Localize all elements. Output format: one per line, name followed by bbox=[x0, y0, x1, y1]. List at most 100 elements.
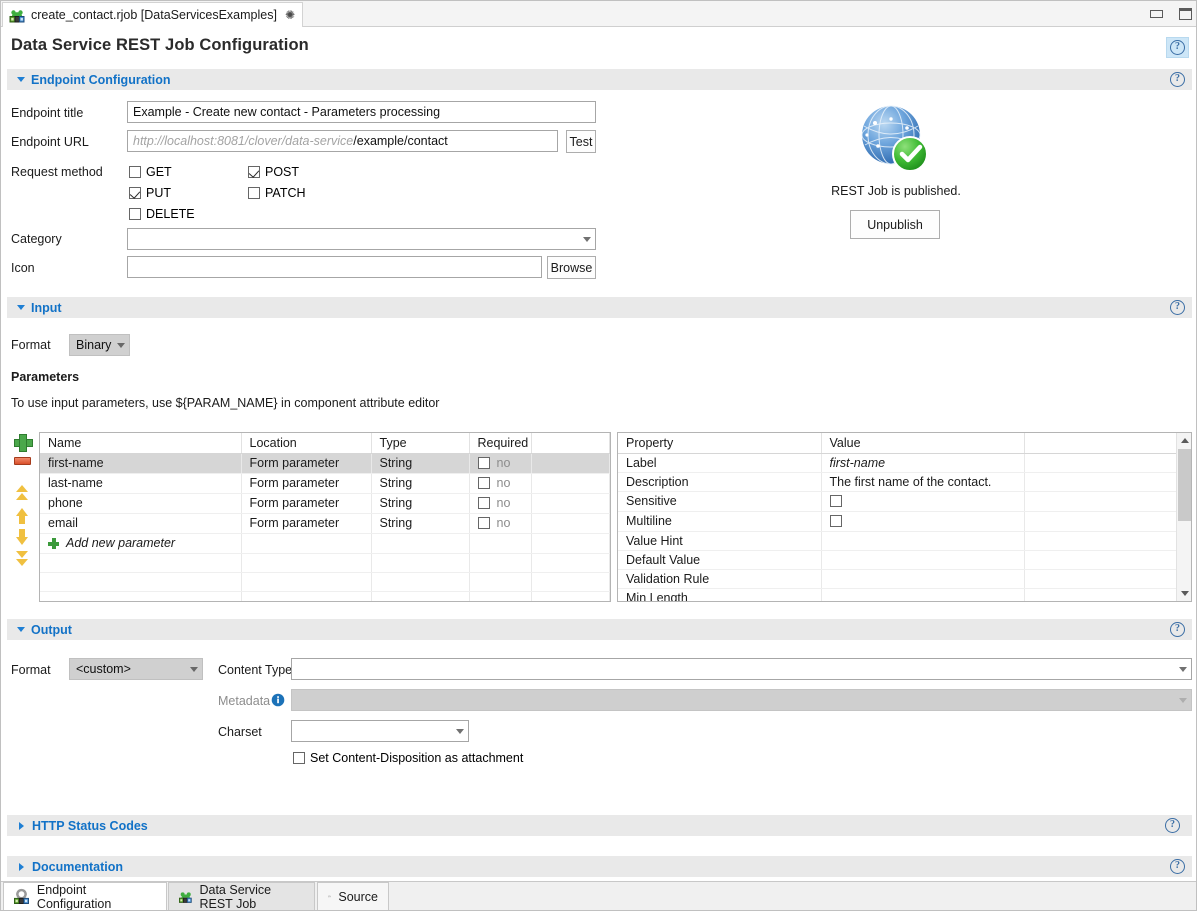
tab-endpoint-configuration[interactable]: Endpoint Configuration bbox=[3, 882, 167, 910]
property-value[interactable] bbox=[821, 531, 1024, 550]
checkbox-icon[interactable] bbox=[830, 495, 842, 507]
endpoint-title-label: Endpoint title bbox=[11, 106, 83, 120]
output-section-help-button[interactable]: ? bbox=[1166, 619, 1189, 640]
checkbox-icon[interactable] bbox=[478, 477, 490, 489]
test-button[interactable]: Test bbox=[566, 130, 596, 153]
table-row-empty bbox=[40, 553, 610, 572]
section-header-input[interactable]: Input bbox=[7, 297, 1192, 318]
property-value[interactable]: first-name bbox=[821, 453, 1024, 472]
property-value[interactable] bbox=[821, 550, 1024, 569]
unpublish-button[interactable]: Unpublish bbox=[850, 210, 940, 239]
output-format-combo[interactable]: <custom> bbox=[69, 658, 203, 680]
property-value[interactable]: The first name of the contact. bbox=[821, 472, 1024, 491]
chevron-right-icon bbox=[19, 822, 24, 830]
table-row[interactable]: Label first-name bbox=[618, 453, 1191, 472]
checkbox-icon[interactable] bbox=[830, 515, 842, 527]
section-title: HTTP Status Codes bbox=[32, 819, 148, 833]
checkbox-icon[interactable] bbox=[478, 457, 490, 469]
table-row[interactable]: Description The first name of the contac… bbox=[618, 472, 1191, 491]
endpoint-section-help-button[interactable]: ? bbox=[1166, 69, 1189, 90]
checkbox-icon[interactable] bbox=[478, 497, 490, 509]
properties-scrollbar[interactable] bbox=[1176, 433, 1191, 601]
rest-job-icon bbox=[179, 888, 192, 905]
chevron-down-icon bbox=[17, 77, 25, 82]
column-header-name[interactable]: Name bbox=[40, 433, 241, 453]
table-row[interactable]: phone Form parameter String no bbox=[40, 493, 610, 513]
table-row[interactable]: Sensitive bbox=[618, 491, 1191, 511]
move-down-icon[interactable] bbox=[14, 529, 30, 545]
table-row[interactable]: email Form parameter String no bbox=[40, 513, 610, 533]
column-header-blank[interactable] bbox=[531, 433, 610, 453]
column-header-type[interactable]: Type bbox=[371, 433, 469, 453]
table-header-row: Property Value bbox=[618, 433, 1191, 453]
table-row[interactable]: Min Length bbox=[618, 588, 1191, 602]
method-checkbox-get[interactable]: GET bbox=[129, 165, 172, 179]
endpoint-url-prefix: http://localhost:8081/clover/data-servic… bbox=[133, 134, 353, 148]
info-icon[interactable] bbox=[271, 693, 285, 707]
scrollbar-thumb[interactable] bbox=[1178, 449, 1191, 521]
tab-data-service-rest-job[interactable]: Data Service REST Job bbox=[168, 882, 315, 910]
property-value[interactable] bbox=[821, 588, 1024, 602]
output-format-value: <custom> bbox=[76, 662, 190, 676]
param-name: last-name bbox=[40, 473, 241, 493]
editor-tab-create-contact[interactable]: create_contact.rjob [DataServicesExample… bbox=[2, 2, 303, 27]
move-to-top-icon[interactable] bbox=[14, 485, 31, 502]
method-checkbox-patch[interactable]: PATCH bbox=[248, 186, 306, 200]
charset-combo[interactable] bbox=[291, 720, 469, 742]
maximize-icon[interactable] bbox=[1179, 8, 1192, 20]
method-checkbox-delete[interactable]: DELETE bbox=[129, 207, 195, 221]
section-header-http-status-codes[interactable]: HTTP Status Codes bbox=[7, 815, 1192, 836]
param-name: email bbox=[40, 513, 241, 533]
scroll-down-icon[interactable] bbox=[1177, 586, 1192, 601]
page-help-button[interactable]: ? bbox=[1166, 37, 1189, 58]
table-row[interactable]: Default Value bbox=[618, 550, 1191, 569]
method-checkbox-post[interactable]: POST bbox=[248, 165, 299, 179]
category-combo[interactable] bbox=[127, 228, 596, 250]
column-header-required[interactable]: Required bbox=[469, 433, 531, 453]
parameter-properties-table[interactable]: Property Value Label first-name Descript… bbox=[617, 432, 1192, 602]
documentation-help-button[interactable]: ? bbox=[1166, 856, 1189, 877]
property-value[interactable] bbox=[821, 569, 1024, 588]
column-header-blank[interactable] bbox=[1024, 433, 1191, 453]
method-checkbox-put[interactable]: PUT bbox=[129, 186, 171, 200]
add-new-parameter-cell[interactable]: Add new parameter bbox=[40, 533, 241, 553]
table-row[interactable]: first-name Form parameter String no bbox=[40, 453, 610, 473]
chevron-down-icon bbox=[456, 729, 464, 734]
add-new-parameter-row[interactable]: Add new parameter bbox=[40, 533, 610, 553]
move-up-icon[interactable] bbox=[14, 508, 30, 524]
move-to-bottom-icon[interactable] bbox=[14, 551, 31, 568]
table-row[interactable]: last-name Form parameter String no bbox=[40, 473, 610, 493]
remove-parameter-icon[interactable] bbox=[14, 457, 31, 465]
section-header-documentation[interactable]: Documentation bbox=[7, 856, 1192, 877]
table-row[interactable]: Multiline bbox=[618, 511, 1191, 531]
table-row[interactable]: Validation Rule bbox=[618, 569, 1191, 588]
checkbox-icon[interactable] bbox=[478, 517, 490, 529]
column-header-location[interactable]: Location bbox=[241, 433, 371, 453]
help-icon: ? bbox=[1170, 300, 1185, 315]
endpoint-url-input[interactable]: http://localhost:8081/clover/data-servic… bbox=[127, 130, 558, 152]
section-header-output[interactable]: Output bbox=[7, 619, 1192, 640]
editor-tab-bar: create_contact.rjob [DataServicesExample… bbox=[1, 1, 1197, 27]
input-section-help-button[interactable]: ? bbox=[1166, 297, 1189, 318]
tab-source[interactable]: </> Source bbox=[317, 882, 389, 910]
content-type-label: Content Type bbox=[218, 663, 292, 677]
parameters-table[interactable]: Name Location Type Required first-name F… bbox=[39, 432, 611, 602]
icon-input[interactable] bbox=[127, 256, 542, 278]
scroll-up-icon[interactable] bbox=[1177, 433, 1192, 448]
browse-button[interactable]: Browse bbox=[547, 256, 596, 279]
column-header-property[interactable]: Property bbox=[618, 433, 821, 453]
close-icon[interactable]: ✺ bbox=[285, 8, 294, 22]
content-disposition-checkbox[interactable]: Set Content-Disposition as attachment bbox=[293, 751, 523, 765]
content-type-combo[interactable] bbox=[291, 658, 1192, 680]
endpoint-title-input[interactable]: Example - Create new contact - Parameter… bbox=[127, 101, 596, 123]
http-status-help-button[interactable]: ? bbox=[1161, 815, 1184, 836]
param-type: String bbox=[371, 513, 469, 533]
help-icon: ? bbox=[1170, 622, 1185, 637]
section-title: Documentation bbox=[32, 860, 123, 874]
input-format-combo[interactable]: Binary bbox=[69, 334, 130, 356]
add-parameter-icon[interactable] bbox=[14, 434, 31, 449]
column-header-value[interactable]: Value bbox=[821, 433, 1024, 453]
table-row[interactable]: Value Hint bbox=[618, 531, 1191, 550]
minimize-icon[interactable] bbox=[1150, 10, 1163, 18]
section-header-endpoint-configuration[interactable]: Endpoint Configuration bbox=[7, 69, 1192, 90]
